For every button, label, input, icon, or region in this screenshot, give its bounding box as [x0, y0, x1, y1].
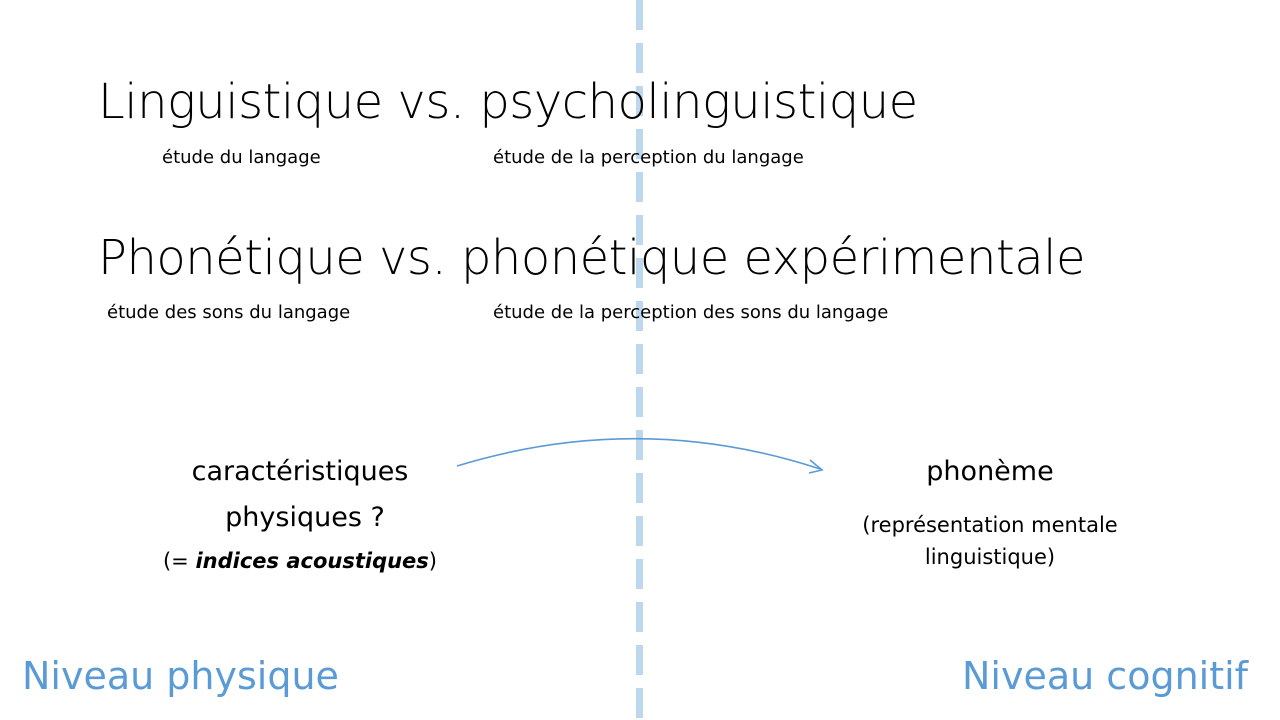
phoneme-desc-line2: linguistique) [924, 545, 1056, 569]
arrow-physical-to-cognitive [456, 437, 824, 474]
level-cognitive: Niveau cognitif [962, 654, 1249, 698]
phoneme-title: phonème [926, 456, 1054, 487]
arrow-curve [456, 437, 821, 470]
level-physical: Niveau physique [22, 654, 339, 698]
phoneme-desc-line1: (représentation mentale [862, 513, 1118, 537]
